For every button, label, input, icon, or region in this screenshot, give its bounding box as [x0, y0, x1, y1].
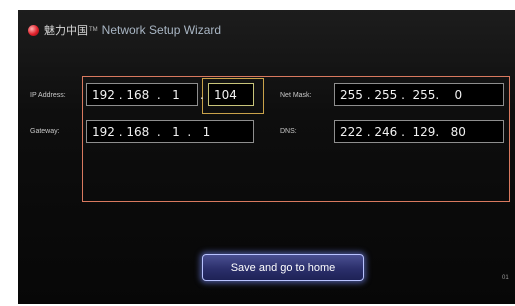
- page-indicator: 01: [502, 275, 509, 281]
- brand-name: 魅力中国: [44, 25, 88, 37]
- gateway-field[interactable]: 192 . 168 . 1 . 1: [86, 120, 254, 143]
- gateway-label: Gateway:: [30, 128, 60, 135]
- window-title: Network Setup Wizard: [101, 23, 222, 37]
- ip-address-field[interactable]: 192 . 168 . 1: [86, 83, 198, 106]
- ip-address-label: IP Address:: [30, 92, 66, 99]
- save-and-go-home-button[interactable]: Save and go to home: [202, 254, 364, 281]
- net-mask-field[interactable]: 255 . 255 . 255. 0: [334, 83, 504, 106]
- dns-label: DNS:: [280, 128, 297, 135]
- title-bar: 魅力中国 TM Network Setup Wizard: [28, 20, 221, 40]
- tv-screen: 魅力中国 TM Network Setup Wizard IP Address: …: [18, 10, 515, 304]
- ip-octet-separator: .: [200, 88, 204, 102]
- trademark: TM: [89, 27, 98, 33]
- net-mask-label: Net Mask:: [280, 92, 312, 99]
- brand-logo-icon: [28, 24, 39, 36]
- ip-address-last-octet-field[interactable]: 104: [208, 83, 254, 106]
- dns-field[interactable]: 222 . 246 . 129. 80: [334, 120, 504, 143]
